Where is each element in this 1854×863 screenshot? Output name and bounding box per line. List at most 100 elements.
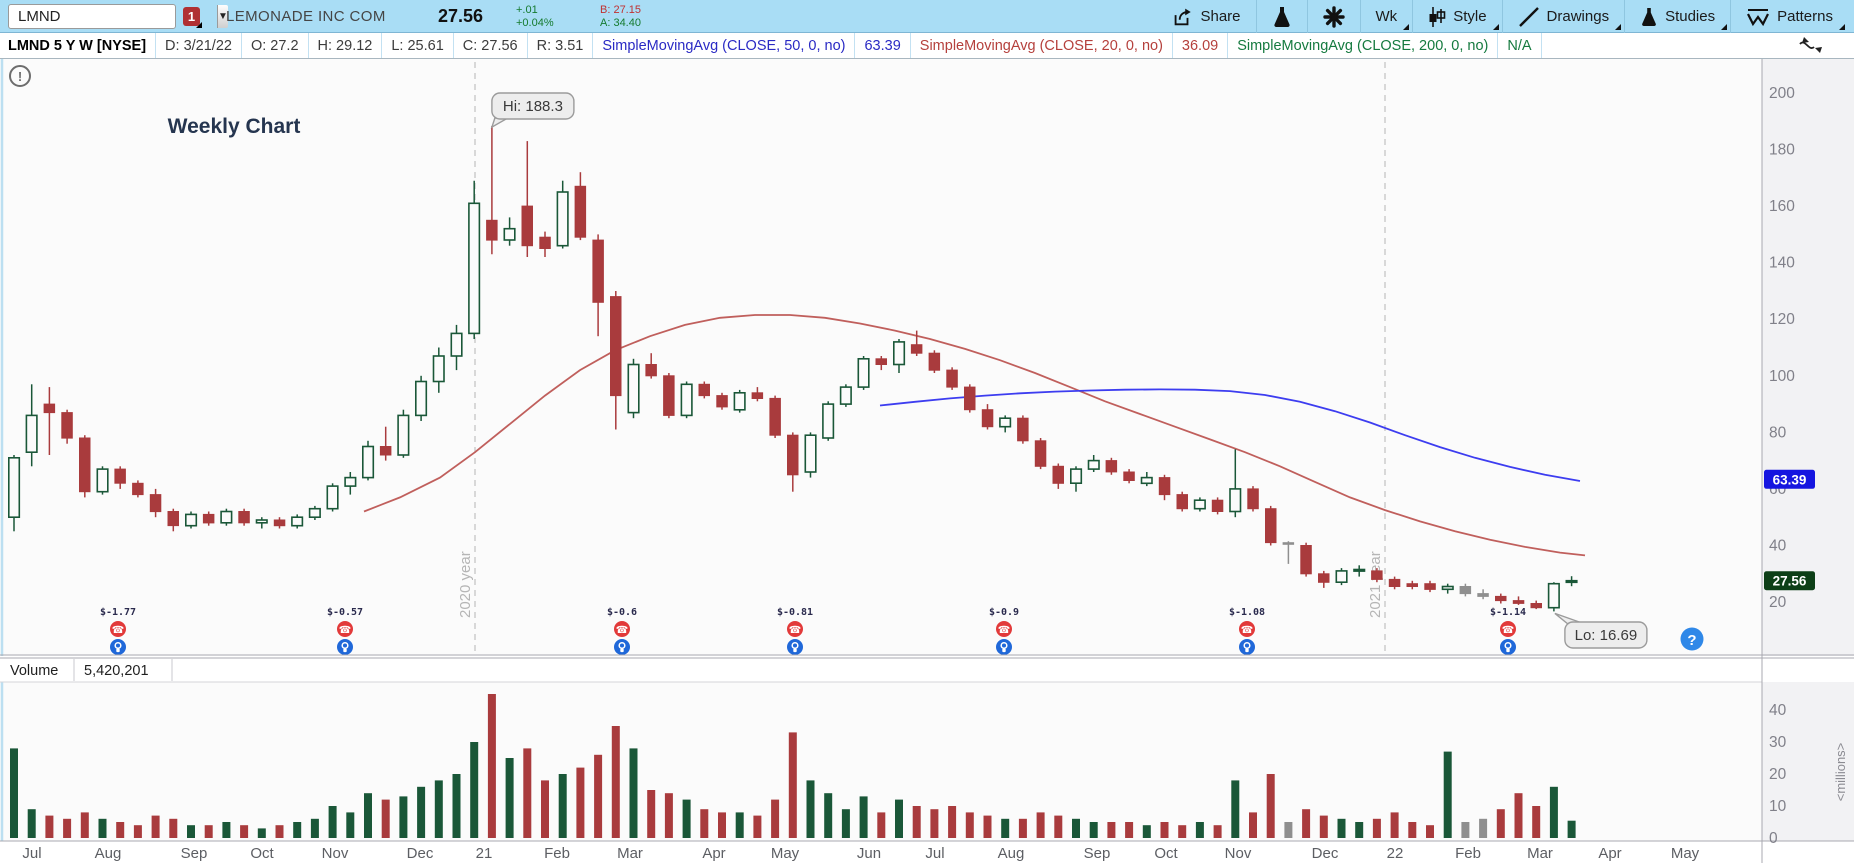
candle	[1105, 457, 1118, 475]
volume-bar	[240, 825, 249, 838]
volume-bar	[841, 809, 850, 838]
volume-bar	[1284, 822, 1293, 838]
x-axis-label: Mar	[617, 845, 643, 862]
svg-text:$-0.57: $-0.57	[327, 607, 363, 618]
dividend-bulb-icon	[1500, 639, 1516, 655]
volume-bar	[930, 809, 939, 838]
price-tick-label: 160	[1769, 198, 1795, 215]
candle	[361, 440, 375, 481]
dividend-bulb-icon	[787, 639, 803, 655]
trading-platform-window: ▼ 1 LEMONADE INC COM 27.56 +.01 +0.04% B…	[0, 0, 1854, 863]
candle	[291, 514, 304, 529]
candle	[1547, 582, 1560, 612]
volume-bar	[753, 815, 762, 838]
volume-bar	[1266, 774, 1275, 838]
price-tick-label: 80	[1769, 424, 1787, 441]
candle	[857, 356, 870, 390]
x-axis-label: Mar	[1527, 845, 1553, 862]
volume-bar	[664, 793, 673, 838]
volume-bar	[487, 694, 496, 838]
volume-bar	[1195, 822, 1204, 838]
volume-bar	[1089, 822, 1098, 838]
volume-bar	[895, 799, 903, 838]
x-axis-label: Jul	[925, 845, 944, 862]
volume-tick-label: 30	[1769, 734, 1787, 751]
volume-bar	[1567, 820, 1576, 838]
svg-text:☎: ☎	[112, 625, 124, 636]
candle	[627, 358, 640, 419]
volume-bar	[877, 812, 886, 838]
price-tick-label: 20	[1769, 594, 1787, 611]
help-icon[interactable]: ?	[1680, 627, 1704, 651]
x-axis-label: Oct	[1154, 845, 1178, 862]
candle	[698, 381, 710, 399]
candle	[822, 401, 835, 441]
x-axis-label: Dec	[407, 845, 434, 862]
volume-bar	[1355, 822, 1364, 838]
volume-bar	[1426, 825, 1434, 838]
x-axis-label: Sep	[181, 845, 208, 862]
volume-value: 5,420,201	[84, 663, 149, 679]
volume-bar	[611, 726, 620, 838]
x-axis-label: Oct	[250, 845, 274, 862]
x-axis-label: Aug	[95, 845, 122, 862]
x-axis-label: Nov	[322, 845, 349, 862]
volume-bar	[1479, 818, 1488, 838]
volume-bar	[275, 825, 284, 838]
axis-price-badge: 63.39	[1764, 469, 1815, 489]
candle	[185, 511, 198, 529]
svg-text:☎: ☎	[789, 625, 801, 636]
volume-tick-label: 10	[1769, 798, 1787, 815]
volume-bar	[576, 767, 585, 838]
svg-text:☎: ☎	[1502, 625, 1514, 636]
volume-bar	[788, 732, 797, 838]
volume-bar	[310, 818, 319, 838]
candle	[839, 384, 852, 407]
candle	[1176, 491, 1188, 512]
volume-bar	[682, 799, 691, 838]
candle	[964, 384, 976, 413]
volume-bar	[452, 774, 461, 838]
svg-text:Lo: 16.69: Lo: 16.69	[1575, 627, 1638, 644]
candle	[1247, 486, 1259, 512]
volume-bar	[434, 780, 443, 838]
volume-bar	[1337, 818, 1346, 838]
chart-background	[0, 59, 1854, 863]
volume-bar	[594, 754, 603, 838]
dividend-bulb-icon	[1239, 639, 1255, 655]
volume-bar	[45, 815, 54, 838]
dividend-bulb-icon	[337, 639, 353, 655]
candle	[468, 180, 481, 339]
price-chart-canvas[interactable]: 2020 year 2021 year $-1.77 ☎ $-0.57 ☎ $-0.6 ☎ $-…	[0, 0, 1854, 863]
volume-bar	[417, 786, 426, 838]
volume-bar	[470, 742, 479, 838]
svg-text:!: !	[18, 69, 22, 84]
candle	[946, 367, 958, 390]
volume-bar	[1319, 815, 1328, 838]
volume-bar	[1532, 806, 1541, 838]
candle	[663, 373, 675, 419]
price-tick-label: 180	[1769, 142, 1795, 159]
svg-text:$-1.14: $-1.14	[1490, 607, 1526, 618]
x-axis-label: May	[1671, 845, 1700, 862]
volume-bar	[1408, 822, 1417, 838]
volume-bar	[63, 818, 72, 838]
volume-bar	[1018, 818, 1027, 838]
x-axis-label: Apr	[1598, 845, 1621, 862]
x-axis-label: Feb	[1455, 845, 1481, 862]
volume-bar	[1461, 822, 1470, 838]
x-axis-label: Jul	[22, 845, 41, 862]
svg-text:27.56: 27.56	[1773, 574, 1807, 589]
volume-bar	[718, 812, 726, 838]
svg-text:Hi: 188.3: Hi: 188.3	[503, 98, 563, 115]
candle	[79, 435, 91, 498]
candle	[733, 389, 746, 413]
volume-pane-label: Volume	[10, 663, 58, 679]
volume-bar	[1549, 786, 1558, 838]
volume-bar	[771, 799, 780, 838]
volume-bar	[558, 774, 567, 838]
volume-bar	[381, 799, 390, 838]
price-tick-label: 140	[1769, 255, 1795, 272]
volume-bar	[364, 793, 372, 838]
candle	[1034, 438, 1047, 470]
